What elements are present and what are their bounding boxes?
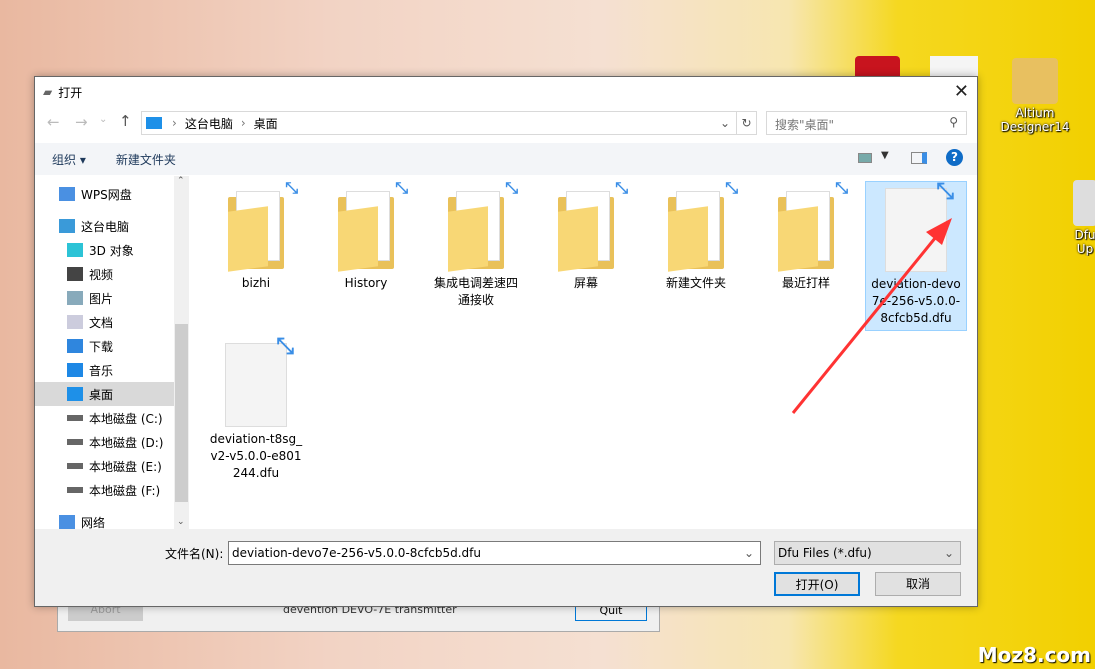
annotation-arrow [791,218,952,414]
